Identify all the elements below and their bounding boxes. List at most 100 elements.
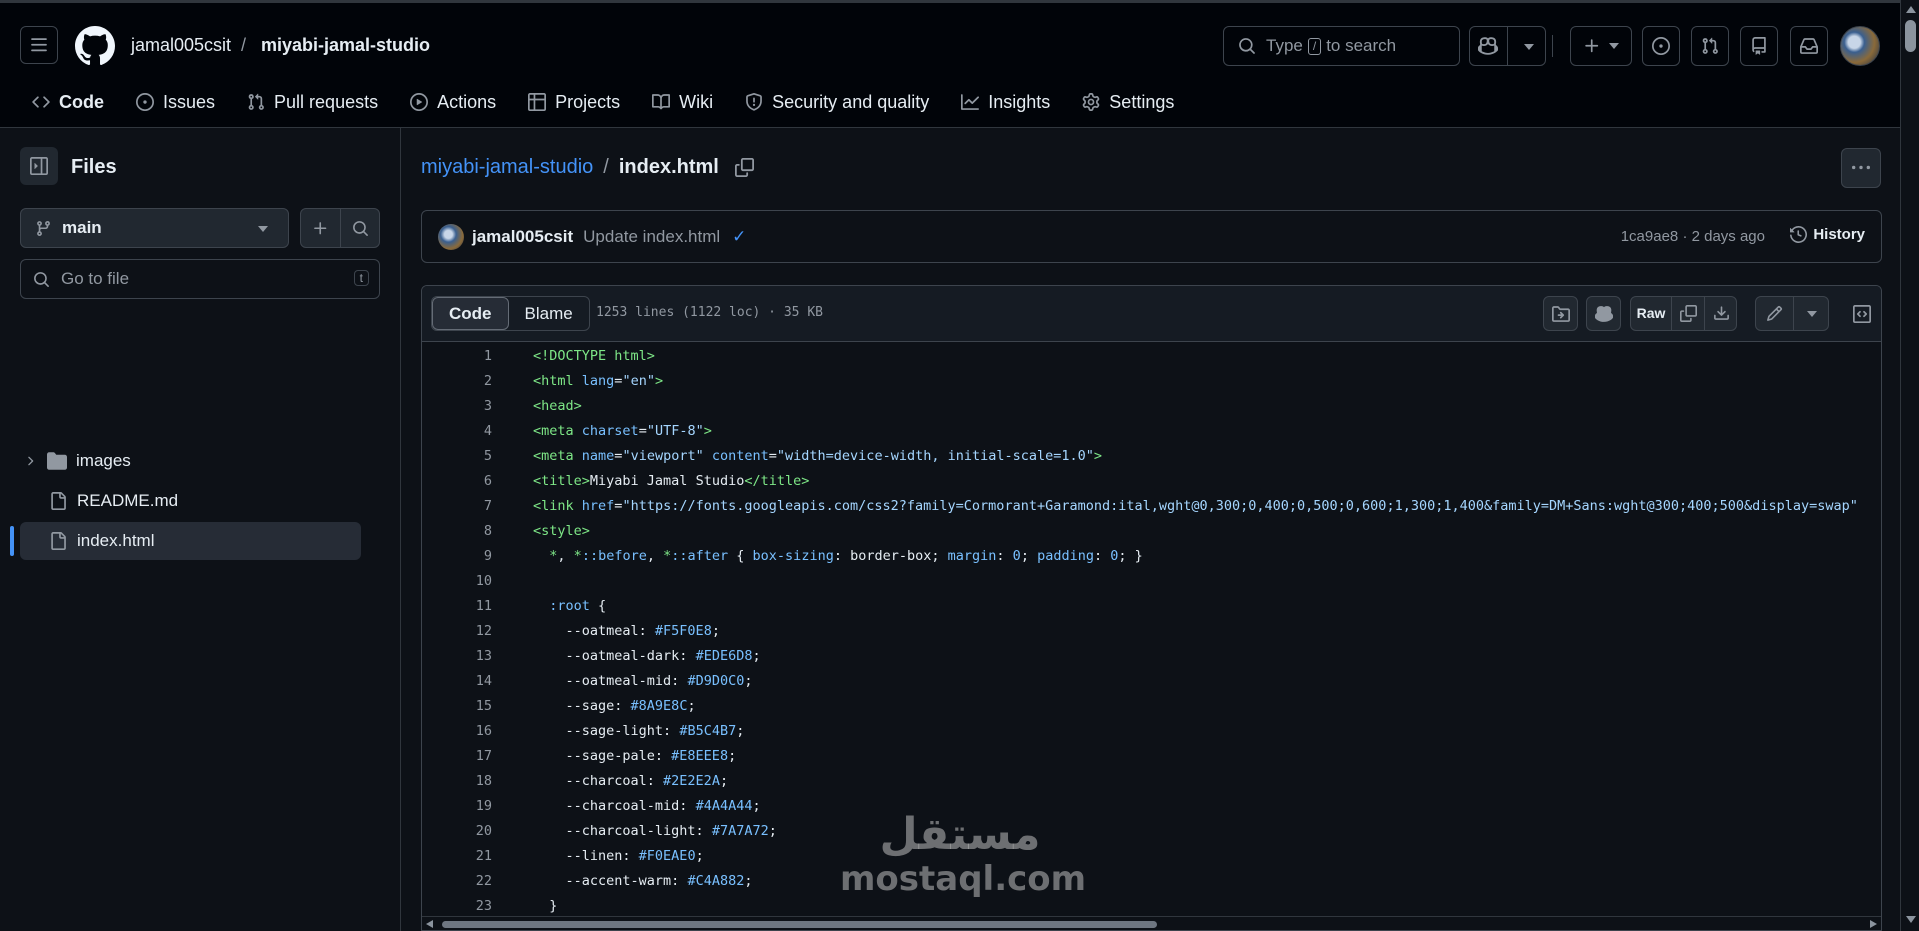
tab-projects[interactable]: Projects — [516, 81, 632, 123]
issues-button[interactable] — [1642, 26, 1680, 66]
hamburger-icon — [31, 38, 47, 52]
collapse-sidebar-button[interactable] — [20, 147, 58, 185]
line-number[interactable]: 9 — [422, 548, 492, 564]
branch-name: main — [62, 218, 102, 237]
edit-options-caret-icon[interactable] — [1807, 311, 1817, 317]
line-number[interactable]: 23 — [422, 898, 492, 914]
file-tools-group — [300, 208, 380, 248]
pull-requests-button[interactable] — [1691, 26, 1729, 66]
line-number[interactable]: 8 — [422, 523, 492, 539]
history-button[interactable]: History — [1790, 226, 1865, 243]
line-content: --charcoal-light: #7A7A72; — [533, 822, 777, 839]
commit-author[interactable]: jamal005csit — [472, 227, 573, 247]
add-file-button[interactable] — [301, 209, 340, 247]
inbox-button[interactable] — [1790, 26, 1828, 66]
line-number[interactable]: 17 — [422, 748, 492, 764]
symbols-panel-toggle[interactable] — [1844, 296, 1879, 331]
line-number[interactable]: 12 — [422, 623, 492, 639]
line-number[interactable]: 19 — [422, 798, 492, 814]
search-placeholder-prefix: Type — [1266, 36, 1303, 55]
line-number[interactable]: 11 — [422, 598, 492, 614]
play-icon — [410, 93, 429, 111]
breadcrumb-owner[interactable]: jamal005csit — [131, 35, 231, 56]
github-logo-icon[interactable] — [75, 26, 115, 66]
line-number[interactable]: 10 — [422, 573, 492, 589]
file-header: Code Blame 1253 lines (1122 loc) · 35 KB… — [422, 286, 1881, 342]
copilot-dropdown-caret-icon[interactable] — [1524, 44, 1534, 50]
tree-item-images[interactable]: images — [20, 442, 361, 480]
repositories-button[interactable] — [1740, 26, 1778, 66]
copilot-ask-button[interactable] — [1586, 296, 1621, 331]
commit-meta[interactable]: 1ca9ae8 · 2 days ago — [1621, 228, 1765, 245]
go-to-file-input[interactable]: Go to file t — [20, 259, 380, 299]
search-icon — [34, 272, 49, 287]
user-avatar[interactable] — [1840, 26, 1880, 66]
tab-code[interactable]: Code — [20, 81, 116, 132]
line-number[interactable]: 16 — [422, 723, 492, 739]
menu-button[interactable] — [20, 26, 58, 64]
page-scroll-thumb[interactable] — [1905, 20, 1916, 52]
tab-issues-label: Issues — [163, 91, 216, 112]
line-number[interactable]: 2 — [422, 373, 492, 389]
mostaql-watermark: مستقل mostaql.com — [840, 810, 1086, 899]
code-area[interactable]: 1 <!DOCTYPE html> 2 <html lang="en"> 3 <head>… — [422, 343, 1881, 923]
tab-actions[interactable]: Actions — [398, 81, 508, 123]
line-number[interactable]: 13 — [422, 648, 492, 664]
scroll-right-arrow-icon[interactable] — [1870, 920, 1877, 928]
code-line: 11 :root { — [422, 593, 1881, 618]
horizontal-scrollbar[interactable] — [422, 916, 1881, 930]
breadcrumb-repo[interactable]: miyabi-jamal-studio — [261, 35, 430, 56]
symbols-button[interactable] — [1543, 296, 1578, 331]
folder-icon — [47, 452, 67, 470]
horizontal-scroll-thumb[interactable] — [442, 921, 1157, 928]
code-view-button[interactable]: Code — [432, 297, 509, 330]
commit-message[interactable]: Update index.html — [583, 227, 720, 247]
file-info: 1253 lines (1122 loc) · 35 KB — [596, 305, 823, 320]
tree-item-readme[interactable]: README.md — [20, 482, 361, 520]
code-square-icon — [1852, 304, 1871, 323]
edit-button[interactable] — [1756, 297, 1793, 330]
tab-wiki[interactable]: Wiki — [640, 81, 725, 123]
tree-item-index-html[interactable]: index.html — [10, 522, 361, 560]
check-icon[interactable]: ✓ — [732, 227, 746, 247]
line-number[interactable]: 20 — [422, 823, 492, 839]
download-button[interactable] — [1705, 297, 1737, 330]
code-line: 1 <!DOCTYPE html> — [422, 343, 1881, 368]
line-number[interactable]: 15 — [422, 698, 492, 714]
line-number[interactable]: 5 — [422, 448, 492, 464]
copilot-icon — [1594, 305, 1613, 322]
more-options-button[interactable] — [1841, 148, 1881, 188]
line-content: --charcoal-mid: #4A4A44; — [533, 797, 761, 814]
line-number[interactable]: 1 — [422, 348, 492, 364]
scroll-left-arrow-icon[interactable] — [426, 920, 433, 928]
commit-author-avatar[interactable] — [438, 223, 464, 250]
raw-button[interactable]: Raw — [1631, 305, 1671, 321]
blame-view-button[interactable]: Blame — [509, 297, 589, 330]
line-number[interactable]: 14 — [422, 673, 492, 689]
line-number[interactable]: 18 — [422, 773, 492, 789]
tab-code-label: Code — [59, 91, 104, 112]
search-files-button[interactable] — [341, 209, 380, 247]
tab-pull-requests[interactable]: Pull requests — [235, 81, 390, 123]
line-number[interactable]: 6 — [422, 473, 492, 489]
scroll-down-arrow-icon[interactable] — [1906, 916, 1916, 923]
scroll-up-arrow-icon[interactable] — [1906, 6, 1916, 13]
branch-selector[interactable]: main — [20, 208, 289, 248]
tab-issues[interactable]: Issues — [124, 81, 227, 123]
path-repo-link[interactable]: miyabi-jamal-studio — [421, 156, 593, 179]
search-input[interactable]: Type / to search — [1223, 26, 1460, 66]
line-number[interactable]: 3 — [422, 398, 492, 414]
line-number[interactable]: 7 — [422, 498, 492, 514]
page-scrollbar[interactable] — [1900, 0, 1919, 931]
tab-insights[interactable]: Insights — [949, 81, 1062, 123]
tab-security[interactable]: Security and quality — [733, 81, 941, 123]
copy-raw-button[interactable] — [1672, 297, 1704, 330]
copilot-icon[interactable] — [1478, 36, 1498, 56]
code-line: 9 *, *::before, *::after { box-sizing: b… — [422, 543, 1881, 568]
copy-path-icon[interactable] — [734, 158, 754, 177]
tab-settings[interactable]: Settings — [1070, 81, 1186, 123]
line-number[interactable]: 21 — [422, 848, 492, 864]
create-new-button[interactable] — [1570, 26, 1632, 66]
line-number[interactable]: 4 — [422, 423, 492, 439]
line-number[interactable]: 22 — [422, 873, 492, 889]
